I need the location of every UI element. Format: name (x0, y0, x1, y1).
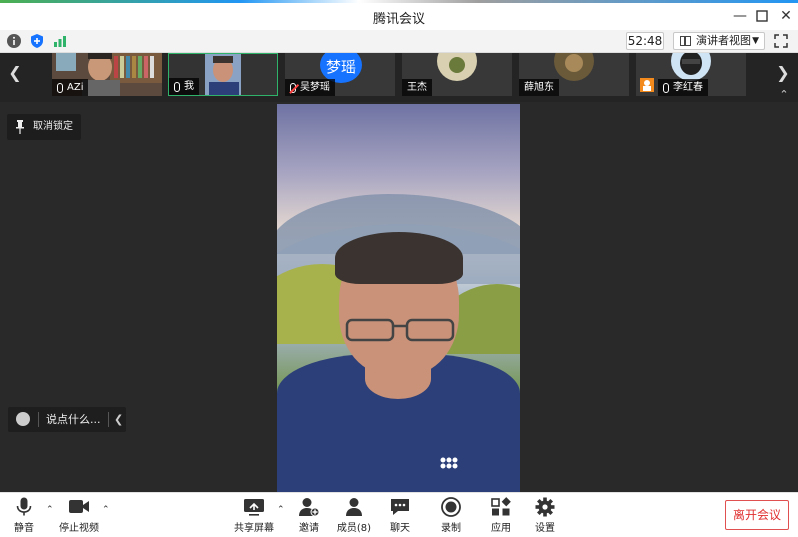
settings-button[interactable]: 设置 (533, 495, 557, 535)
participant-tile-self[interactable]: 我 (168, 53, 278, 96)
window-title: 腾讯会议 (372, 12, 425, 27)
gear-icon (535, 497, 555, 517)
mute-button[interactable]: 静音 (8, 495, 40, 535)
info-icon[interactable] (6, 33, 22, 49)
chat-button[interactable]: 聊天 (388, 495, 412, 535)
mic-icon (57, 82, 63, 93)
share-screen-label: 共享屏幕 (234, 523, 274, 534)
participant-label: 我 (169, 78, 199, 95)
mic-icon (663, 82, 669, 93)
divider (108, 412, 109, 427)
participant-tile[interactable]: 王杰 (402, 53, 512, 96)
layout-icon (680, 36, 691, 46)
participant-tile[interactable]: 梦瑶 吴梦瑶 (285, 53, 395, 96)
participant-label: 王杰 (402, 79, 432, 96)
shirt-logo-icon (440, 457, 458, 469)
view-mode-label: 演讲者视图 (696, 34, 751, 47)
security-shield-icon[interactable] (29, 33, 45, 49)
participant-strip: ❮ AZi 我 梦瑶 吴梦瑶 王杰 薛旭东 李红春 ❯ (0, 53, 798, 102)
unpin-button[interactable]: 取消锁定 (7, 114, 81, 140)
bottom-toolbar: 静音 ⌃ 停止视频 ⌃ 共享屏幕 ⌃ 邀请 成员(8) 聊天 录制 应用 设置 … (0, 492, 798, 537)
speaker-video (277, 104, 520, 492)
invite-label: 邀请 (299, 523, 319, 534)
apps-label: 应用 (491, 523, 511, 534)
speaker-glasses (345, 318, 455, 342)
invite-button[interactable]: 邀请 (296, 495, 322, 535)
mic-muted-icon (290, 82, 296, 93)
record-label: 录制 (441, 523, 461, 534)
share-screen-button[interactable]: 共享屏幕 (234, 495, 274, 535)
participant-label: 李红春 (658, 79, 708, 96)
members-button[interactable]: 成员(8) (336, 495, 372, 535)
participant-tile[interactable]: 李红春 (636, 53, 746, 96)
speaker-hair (335, 232, 463, 284)
participant-name: 李红春 (673, 82, 703, 93)
video-options-caret-icon[interactable]: ⌃ (102, 505, 110, 515)
share-screen-icon (244, 499, 264, 516)
participant-name: 王杰 (407, 82, 427, 93)
unpin-label: 取消锁定 (33, 121, 73, 132)
participant-label: 吴梦瑶 (285, 79, 335, 96)
participant-name: 薛旭东 (524, 82, 554, 93)
record-icon (441, 497, 461, 517)
participant-name: 吴梦瑶 (300, 82, 330, 93)
close-icon[interactable]: ✕ (776, 6, 796, 26)
chat-label: 聊天 (390, 523, 410, 534)
meeting-timer: 52:48 (626, 32, 664, 50)
title-bar: 腾讯会议 — ✕ (0, 0, 798, 30)
title-accent-strip (0, 0, 798, 3)
emoji-icon[interactable] (16, 412, 30, 426)
chevron-left-icon[interactable]: ❮ (114, 407, 123, 432)
participant-tile[interactable]: AZi (52, 53, 162, 96)
share-options-caret-icon[interactable]: ⌃ (277, 505, 285, 515)
info-bar: 52:48 演讲者视图 ▼ (0, 30, 798, 53)
stop-video-label: 停止视频 (59, 523, 99, 534)
participant-label: AZi (52, 79, 89, 96)
signal-strength-icon[interactable] (52, 33, 68, 49)
participant-name: AZi (67, 82, 84, 93)
apps-grid-icon (491, 497, 511, 516)
participant-tile[interactable]: 薛旭东 (519, 53, 629, 96)
collapse-strip-icon[interactable]: ⌃ (776, 89, 792, 101)
pin-icon (16, 120, 24, 134)
view-mode-dropdown[interactable]: 演讲者视图 ▼ (673, 32, 765, 50)
maximize-icon[interactable] (752, 6, 772, 26)
participant-name: 我 (184, 81, 194, 92)
caret-down-icon: ▼ (752, 36, 759, 46)
strip-prev-icon[interactable]: ❮ (2, 53, 28, 102)
minimize-icon[interactable]: — (730, 6, 750, 26)
members-label: 成员(8) (336, 523, 372, 534)
chat-bubble-icon (391, 499, 409, 515)
mute-label: 静音 (14, 523, 34, 534)
chat-input[interactable]: 说点什么... ❮ (8, 407, 126, 432)
invite-user-icon (299, 498, 320, 517)
divider (38, 412, 39, 427)
chat-placeholder: 说点什么... (46, 413, 101, 426)
settings-label: 设置 (535, 523, 555, 534)
mic-icon (174, 81, 180, 92)
stop-video-button[interactable]: 停止视频 (58, 495, 100, 535)
mute-options-caret-icon[interactable]: ⌃ (46, 505, 54, 515)
record-button[interactable]: 录制 (439, 495, 463, 535)
participant-label: 薛旭东 (519, 79, 559, 96)
leave-meeting-button[interactable]: 离开会议 (725, 500, 789, 530)
apps-button[interactable]: 应用 (489, 495, 513, 535)
video-camera-icon (69, 500, 89, 513)
fullscreen-icon[interactable] (773, 33, 789, 49)
members-icon (346, 498, 362, 516)
microphone-icon (16, 497, 32, 516)
